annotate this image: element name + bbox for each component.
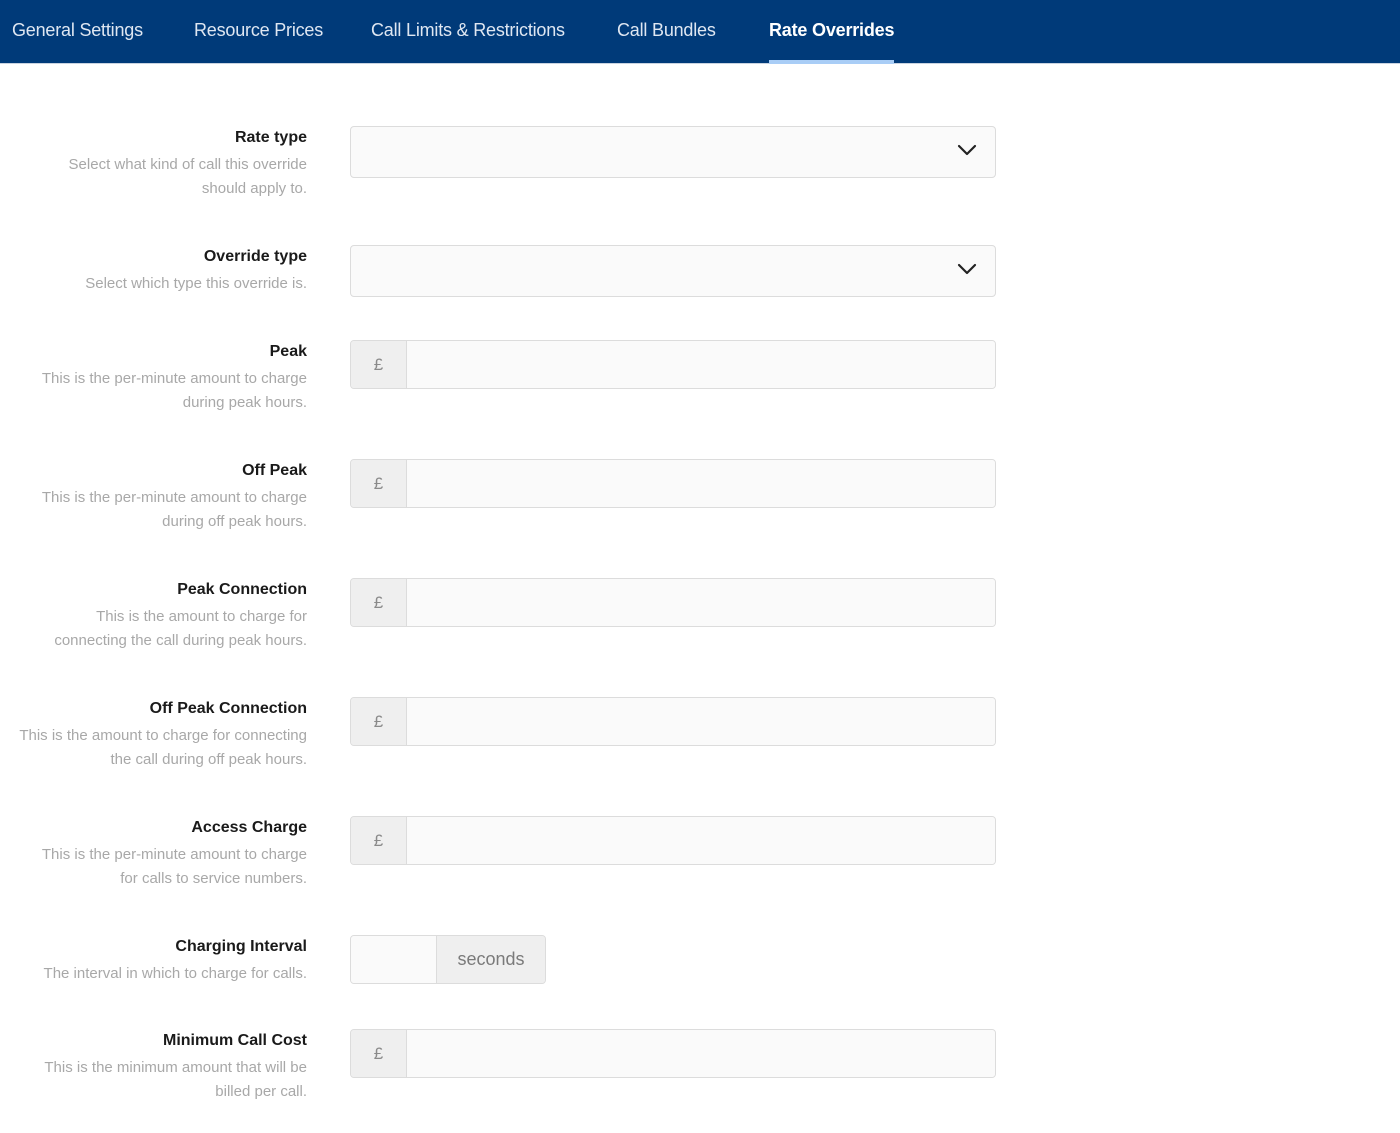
minimum-call-cost-label: Minimum Call Cost bbox=[162, 1032, 307, 1049]
pound-sign-prefix: £ bbox=[351, 817, 407, 864]
settings-tab-bar: General Settings Resource Prices Call Li… bbox=[0, 0, 1400, 64]
peak-connection-description: This is the amount to charge for connect… bbox=[54, 608, 307, 649]
access-charge-input[interactable] bbox=[407, 817, 995, 864]
pound-sign-prefix: £ bbox=[351, 579, 407, 626]
rate-type-description: Select what kind of call this override s… bbox=[68, 156, 307, 197]
charging-interval-input[interactable] bbox=[351, 936, 437, 983]
chevron-down-icon bbox=[957, 263, 977, 275]
pound-sign-prefix: £ bbox=[351, 341, 407, 388]
minimum-call-cost-input-group: £ bbox=[350, 1029, 996, 1078]
tab-call-limits-restrictions[interactable]: Call Limits & Restrictions bbox=[371, 0, 565, 64]
rate-type-select[interactable] bbox=[350, 126, 996, 178]
off-peak-connection-label-group: Off Peak Connection This is the amount t… bbox=[7, 698, 307, 772]
tab-resource-prices[interactable]: Resource Prices bbox=[194, 0, 323, 64]
off-peak-connection-description: This is the amount to charge for connect… bbox=[19, 727, 307, 768]
tab-call-bundles[interactable]: Call Bundles bbox=[617, 0, 716, 64]
chevron-down-icon bbox=[957, 144, 977, 156]
override-type-label-group: Override type Select which type this ove… bbox=[7, 246, 307, 296]
minimum-call-cost-input[interactable] bbox=[407, 1030, 995, 1077]
pound-sign-prefix: £ bbox=[351, 698, 407, 745]
pound-sign-prefix: £ bbox=[351, 1030, 407, 1077]
access-charge-input-group: £ bbox=[350, 816, 996, 865]
access-charge-label: Access Charge bbox=[191, 819, 307, 836]
minimum-call-cost-label-group: Minimum Call Cost This is the minimum am… bbox=[7, 1030, 307, 1104]
charging-interval-label: Charging Interval bbox=[175, 938, 307, 955]
rate-type-label: Rate type bbox=[234, 129, 307, 146]
off-peak-input[interactable] bbox=[407, 460, 995, 507]
peak-label-group: Peak This is the per-minute amount to ch… bbox=[7, 341, 307, 415]
charging-interval-description: The interval in which to charge for call… bbox=[43, 965, 307, 982]
override-type-description: Select which type this override is. bbox=[85, 275, 307, 292]
off-peak-connection-input-group: £ bbox=[350, 697, 996, 746]
peak-connection-label-group: Peak Connection This is the amount to ch… bbox=[7, 579, 307, 653]
access-charge-label-group: Access Charge This is the per-minute amo… bbox=[7, 817, 307, 891]
peak-input[interactable] bbox=[407, 341, 995, 388]
peak-label: Peak bbox=[269, 343, 307, 360]
tab-rate-overrides[interactable]: Rate Overrides bbox=[769, 0, 895, 64]
off-peak-label: Off Peak bbox=[242, 462, 307, 479]
off-peak-connection-input[interactable] bbox=[407, 698, 995, 745]
minimum-call-cost-description: This is the minimum amount that will be … bbox=[44, 1059, 307, 1100]
charging-interval-input-group: seconds bbox=[350, 935, 546, 984]
charging-interval-label-group: Charging Interval The interval in which … bbox=[7, 936, 307, 986]
rate-type-label-group: Rate type Select what kind of call this … bbox=[7, 127, 307, 201]
override-type-select[interactable] bbox=[350, 245, 996, 297]
off-peak-connection-label: Off Peak Connection bbox=[149, 700, 307, 717]
off-peak-label-group: Off Peak This is the per-minute amount t… bbox=[7, 460, 307, 534]
access-charge-description: This is the per-minute amount to charge … bbox=[41, 846, 307, 887]
override-type-label: Override type bbox=[203, 248, 307, 265]
off-peak-description: This is the per-minute amount to charge … bbox=[41, 489, 307, 530]
peak-connection-input-group: £ bbox=[350, 578, 996, 627]
peak-input-group: £ bbox=[350, 340, 996, 389]
peak-connection-label: Peak Connection bbox=[177, 581, 307, 598]
peak-connection-input[interactable] bbox=[407, 579, 995, 626]
tab-general-settings[interactable]: General Settings bbox=[12, 0, 143, 64]
seconds-suffix: seconds bbox=[437, 936, 545, 983]
peak-description: This is the per-minute amount to charge … bbox=[41, 370, 307, 411]
pound-sign-prefix: £ bbox=[351, 460, 407, 507]
off-peak-input-group: £ bbox=[350, 459, 996, 508]
